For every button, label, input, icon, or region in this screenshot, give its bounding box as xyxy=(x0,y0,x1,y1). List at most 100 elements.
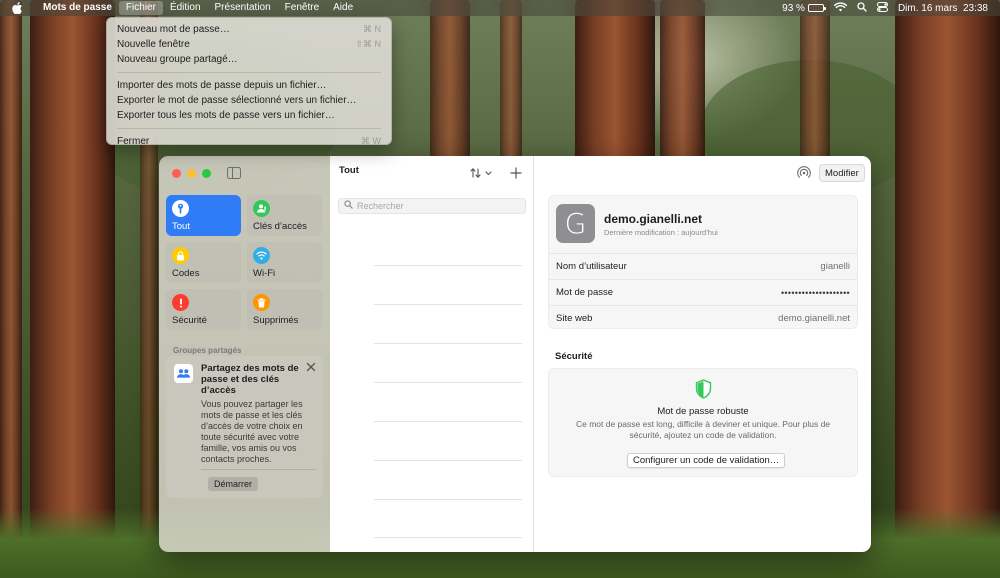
list-row-divider xyxy=(374,421,522,422)
category-label: Wi-Fi xyxy=(253,268,276,279)
lock-code-icon xyxy=(172,247,189,264)
menu-item-export-selected[interactable]: Exporter le mot de passe sélectionné ver… xyxy=(112,93,386,108)
menu-fichier[interactable]: Fichier xyxy=(118,1,163,15)
credential-card: G demo.gianelli.net Dernière modificatio… xyxy=(548,195,858,329)
menu-item-close[interactable]: Fermer ⌘ W xyxy=(112,134,386,149)
category-label: Codes xyxy=(172,268,200,279)
list-row-divider xyxy=(374,265,522,266)
battery-status[interactable]: 93 % xyxy=(782,2,826,14)
category-codes[interactable]: Codes xyxy=(166,242,241,283)
menu-item-new-window[interactable]: Nouvelle fenêtre ⇧⌘ N xyxy=(112,37,386,52)
airdrop-share-icon[interactable] xyxy=(797,166,811,180)
menu-item-export-all[interactable]: Exporter tous les mots de passe vers un … xyxy=(112,108,386,123)
search-input[interactable] xyxy=(357,201,517,211)
shield-icon xyxy=(695,379,712,399)
category-label: Clés d’accès xyxy=(253,221,307,232)
close-window-button[interactable] xyxy=(172,169,181,178)
menu-item-label: Nouveau mot de passe… xyxy=(117,24,230,35)
share-card-divider xyxy=(201,469,316,470)
alert-icon xyxy=(172,294,189,311)
battery-percent: 93 % xyxy=(782,2,805,14)
search-icon xyxy=(344,200,353,212)
add-password-button[interactable] xyxy=(510,167,522,179)
detail-pane: Modifier G demo.gianelli.net Dernière mo… xyxy=(534,156,871,552)
category-tout[interactable]: Tout xyxy=(166,195,241,236)
field-label: Mot de passe xyxy=(556,287,614,298)
field-label: Site web xyxy=(556,313,593,324)
category-wifi[interactable]: Wi-Fi xyxy=(247,242,322,283)
menu-item-label: Nouveau groupe partagé… xyxy=(117,54,238,65)
menu-app-name[interactable]: Mots de passe xyxy=(36,1,119,15)
website-value[interactable]: demo.gianelli.net xyxy=(778,313,850,324)
window-controls xyxy=(172,169,211,178)
list-row-divider xyxy=(374,343,522,344)
menu-item-label: Importer des mots de passe depuis un fic… xyxy=(117,80,327,91)
menu-item-new-shared-group[interactable]: Nouveau groupe partagé… xyxy=(112,52,386,67)
password-row[interactable]: Mot de passe •••••••••••••••••••• xyxy=(549,279,857,305)
menu-presentation[interactable]: Présentation xyxy=(208,1,278,15)
apple-logo-icon[interactable] xyxy=(12,2,26,14)
setup-verification-code-button[interactable]: Configurer un code de validation… xyxy=(627,453,786,468)
category-grid: Tout Clés d’accès Codes Wi-Fi Sécurité S… xyxy=(166,195,322,330)
category-label: Sécurité xyxy=(172,315,207,326)
password-value[interactable]: •••••••••••••••••••• xyxy=(781,288,850,298)
passwords-window: Tout Clés d’accès Codes Wi-Fi Sécurité S… xyxy=(159,156,871,552)
share-card-title: Partagez des mots de passe et des clés d… xyxy=(201,363,299,396)
site-avatar: G xyxy=(556,204,595,243)
menu-item-import[interactable]: Importer des mots de passe depuis un fic… xyxy=(112,78,386,93)
field-label: Nom d’utilisateur xyxy=(556,261,627,272)
category-securite[interactable]: Sécurité xyxy=(166,289,241,330)
security-card: Mot de passe robuste Ce mot de passe est… xyxy=(548,368,858,477)
sidebar: Tout Clés d’accès Codes Wi-Fi Sécurité S… xyxy=(159,156,330,552)
list-row-divider xyxy=(374,460,522,461)
category-label: Tout xyxy=(172,221,190,232)
security-heading: Sécurité xyxy=(555,351,593,362)
wifi-status-icon[interactable] xyxy=(833,1,848,15)
list-row-divider xyxy=(374,304,522,305)
site-title: demo.gianelli.net xyxy=(604,212,703,226)
search-field[interactable] xyxy=(338,198,526,214)
menu-aide[interactable]: Aide xyxy=(326,1,360,15)
maximize-window-button[interactable] xyxy=(202,169,211,178)
website-row[interactable]: Site web demo.gianelli.net xyxy=(549,305,857,331)
menu-fenetre[interactable]: Fenêtre xyxy=(278,1,326,15)
menu-item-shortcut: ⇧⌘ N xyxy=(355,39,381,49)
menu-item-label: Nouvelle fenêtre xyxy=(117,39,190,50)
password-strength-description: Ce mot de passe est long, difficile à de… xyxy=(575,419,831,440)
password-strength-label: Mot de passe robuste xyxy=(657,406,749,417)
username-row[interactable]: Nom d’utilisateur gianelli xyxy=(549,253,857,279)
category-label: Supprimés xyxy=(253,315,299,326)
person-icon xyxy=(253,200,270,217)
file-menu-dropdown: Nouveau mot de passe… ⌘ N Nouvelle fenêt… xyxy=(106,17,392,147)
control-center-icon[interactable] xyxy=(876,1,888,15)
battery-icon xyxy=(807,4,826,12)
share-promo-card: Partagez des mots de passe et des clés d… xyxy=(166,356,323,498)
last-modified: Dernière modification : aujourd’hui xyxy=(604,228,718,237)
start-sharing-button[interactable]: Démarrer xyxy=(208,477,259,491)
category-cles-acces[interactable]: Clés d’accès xyxy=(247,195,322,236)
list-row-divider xyxy=(374,499,522,500)
menu-clock[interactable]: Dim. 16 mars 23:38 xyxy=(898,3,988,14)
wifi-icon xyxy=(253,247,270,264)
menu-edition[interactable]: Édition xyxy=(163,1,208,15)
shared-groups-heading: Groupes partagés xyxy=(173,346,242,355)
password-list: Tout xyxy=(330,156,534,552)
menu-item-label: Exporter tous les mots de passe vers un … xyxy=(117,110,335,121)
edit-button[interactable]: Modifier xyxy=(819,164,865,182)
spotlight-search-icon[interactable] xyxy=(857,1,867,15)
sidebar-toggle-icon[interactable] xyxy=(227,167,241,179)
close-icon[interactable] xyxy=(306,362,316,372)
list-row-divider xyxy=(374,382,522,383)
username-value[interactable]: gianelli xyxy=(820,261,850,272)
menu-separator xyxy=(117,128,381,129)
people-icon xyxy=(174,364,193,383)
trash-icon xyxy=(253,294,270,311)
menu-item-new-password[interactable]: Nouveau mot de passe… ⌘ N xyxy=(112,22,386,37)
sort-button[interactable] xyxy=(470,167,496,179)
menu-item-shortcut: ⌘ N xyxy=(363,24,381,34)
menu-item-label: Fermer xyxy=(117,136,150,147)
list-title: Tout xyxy=(339,165,359,176)
key-icon xyxy=(172,200,189,217)
minimize-window-button[interactable] xyxy=(187,169,196,178)
category-supprimes[interactable]: Supprimés xyxy=(247,289,322,330)
